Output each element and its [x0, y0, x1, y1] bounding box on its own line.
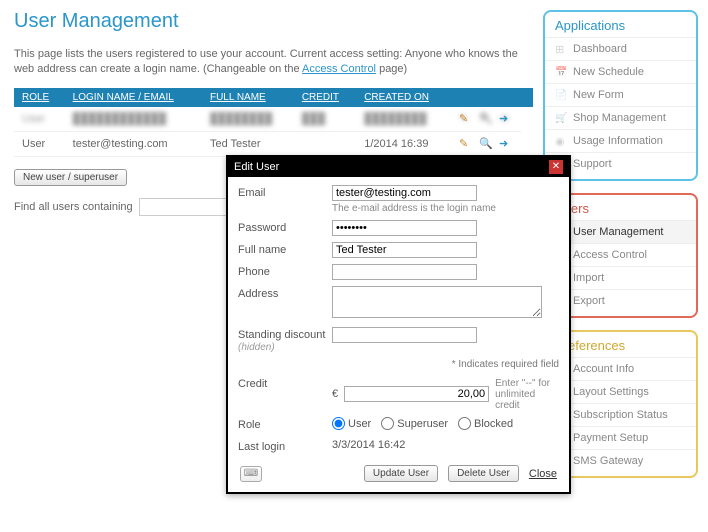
- credit-hint: Enter "--" for unlimited credit: [495, 378, 559, 411]
- modal-header[interactable]: Edit User ✕: [228, 157, 569, 177]
- col-credit[interactable]: CREDIT: [294, 88, 356, 107]
- role-option-blocked[interactable]: Blocked: [458, 417, 513, 430]
- close-icon[interactable]: ✕: [549, 160, 563, 174]
- cart-icon: [555, 112, 567, 124]
- col-created[interactable]: CREATED ON: [356, 88, 451, 107]
- sidebar-item-new-schedule[interactable]: New Schedule: [545, 60, 696, 83]
- col-fullname[interactable]: FULL NAME: [202, 88, 294, 107]
- edit-icon[interactable]: [459, 137, 473, 151]
- cal-icon: [555, 66, 567, 78]
- phone-field[interactable]: [332, 264, 477, 280]
- credit-field[interactable]: [344, 386, 489, 402]
- address-field[interactable]: [332, 286, 542, 318]
- cell-credit: [294, 132, 356, 157]
- sidebar-item-label: Dashboard: [573, 43, 627, 55]
- modal-title: Edit User: [234, 161, 279, 173]
- email-hint: The e-mail address is the login name: [332, 203, 496, 214]
- credit-currency: €: [332, 388, 338, 400]
- dash-icon: [555, 43, 567, 55]
- role-radio-user[interactable]: [332, 417, 345, 430]
- page-title: User Management: [14, 10, 533, 33]
- fullname-label: Full name: [238, 242, 326, 256]
- password-label: Password: [238, 220, 326, 234]
- phone-label: Phone: [238, 264, 326, 278]
- sidebar-item-label: Import: [573, 272, 604, 284]
- address-label: Address: [238, 286, 326, 300]
- intro-part-a: This page lists the users registered to …: [14, 48, 518, 75]
- email-label: Email: [238, 185, 326, 199]
- new-user-button[interactable]: New user / superuser: [14, 169, 127, 186]
- discount-sublabel: (hidden): [238, 342, 275, 353]
- update-user-button[interactable]: Update User: [364, 465, 438, 482]
- col-role[interactable]: ROLE: [14, 88, 65, 107]
- sidebar-item-label: SMS Gateway: [573, 455, 643, 467]
- arrow-icon[interactable]: [499, 137, 513, 151]
- intro-text: This page lists the users registered to …: [14, 47, 533, 78]
- sidebar-item-label: Access Control: [573, 249, 647, 261]
- fullname-field[interactable]: [332, 242, 477, 258]
- sidebar-item-label: Usage Information: [573, 135, 663, 147]
- search-icon[interactable]: [479, 112, 493, 126]
- cell-login: tester@testing.com: [65, 132, 202, 157]
- sidebar-item-shop-management[interactable]: Shop Management: [545, 106, 696, 129]
- sidebar-item-label: Account Info: [573, 363, 634, 375]
- discount-field[interactable]: [332, 327, 477, 343]
- sidebar-item-label: Payment Setup: [573, 432, 648, 444]
- sidebar-item-label: Layout Settings: [573, 386, 649, 398]
- edit-user-modal: Edit User ✕ Email The e-mail address is …: [226, 155, 571, 494]
- close-link[interactable]: Close: [529, 468, 557, 480]
- sidebar-item-label: Export: [573, 295, 605, 307]
- cell-created: 1/2014 16:39: [356, 132, 451, 157]
- access-control-link[interactable]: Access Control: [302, 63, 376, 75]
- role-option-superuser[interactable]: Superuser: [381, 417, 448, 430]
- sidebar-item-usage-information[interactable]: Usage Information: [545, 129, 696, 152]
- sidebar-item-dashboard[interactable]: Dashboard: [545, 37, 696, 60]
- email-field[interactable]: [332, 185, 477, 201]
- arrow-icon[interactable]: [499, 112, 513, 126]
- delete-user-button[interactable]: Delete User: [448, 465, 519, 482]
- sidebar-item-label: New Schedule: [573, 66, 644, 78]
- cell-role: User: [14, 132, 65, 157]
- col-login[interactable]: LOGIN NAME / EMAIL: [65, 88, 202, 107]
- cell-role: User: [14, 107, 65, 132]
- user-table: ROLE LOGIN NAME / EMAIL FULL NAME CREDIT…: [14, 88, 533, 158]
- info-icon: [555, 135, 567, 147]
- credit-label: Credit: [238, 376, 326, 390]
- search-icon[interactable]: [479, 137, 493, 151]
- sidebar-item-label: Subscription Status: [573, 409, 668, 421]
- find-input[interactable]: [139, 198, 239, 216]
- sidebar-item-label: Support: [573, 158, 612, 170]
- intro-part-b: page): [376, 63, 407, 75]
- cell-name: Ted Tester: [202, 132, 294, 157]
- sidebar-item-label: New Form: [573, 89, 624, 101]
- edit-icon[interactable]: [459, 112, 473, 126]
- form-icon: [555, 89, 567, 101]
- role-radio-superuser[interactable]: [381, 417, 394, 430]
- role-radio-blocked[interactable]: [458, 417, 471, 430]
- table-row: User ████████████ ████████ ███ ████████: [14, 107, 533, 132]
- cell-created: ████████: [356, 107, 451, 132]
- required-note: * Indicates required field: [238, 359, 559, 370]
- sidebar-item-new-form[interactable]: New Form: [545, 83, 696, 106]
- discount-label: Standing discount: [238, 329, 325, 341]
- cell-login: ████████████: [65, 107, 202, 132]
- role-option-user[interactable]: User: [332, 417, 371, 430]
- cell-credit: ███: [294, 107, 356, 132]
- keyboard-icon[interactable]: ⌨: [240, 466, 262, 482]
- find-label: Find all users containing: [14, 201, 133, 213]
- row-actions: [451, 107, 521, 132]
- applications-title: Applications: [545, 18, 696, 37]
- table-row: User tester@testing.com Ted Tester 1/201…: [14, 132, 533, 157]
- lastlogin-value: 3/3/2014 16:42: [332, 439, 405, 451]
- role-label: Role: [238, 417, 326, 431]
- cell-name: ████████: [202, 107, 294, 132]
- sidebar-item-label: User Management: [573, 226, 664, 238]
- row-actions: [451, 132, 521, 157]
- password-field[interactable]: [332, 220, 477, 236]
- sidebar-item-label: Shop Management: [573, 112, 666, 124]
- lastlogin-label: Last login: [238, 439, 326, 453]
